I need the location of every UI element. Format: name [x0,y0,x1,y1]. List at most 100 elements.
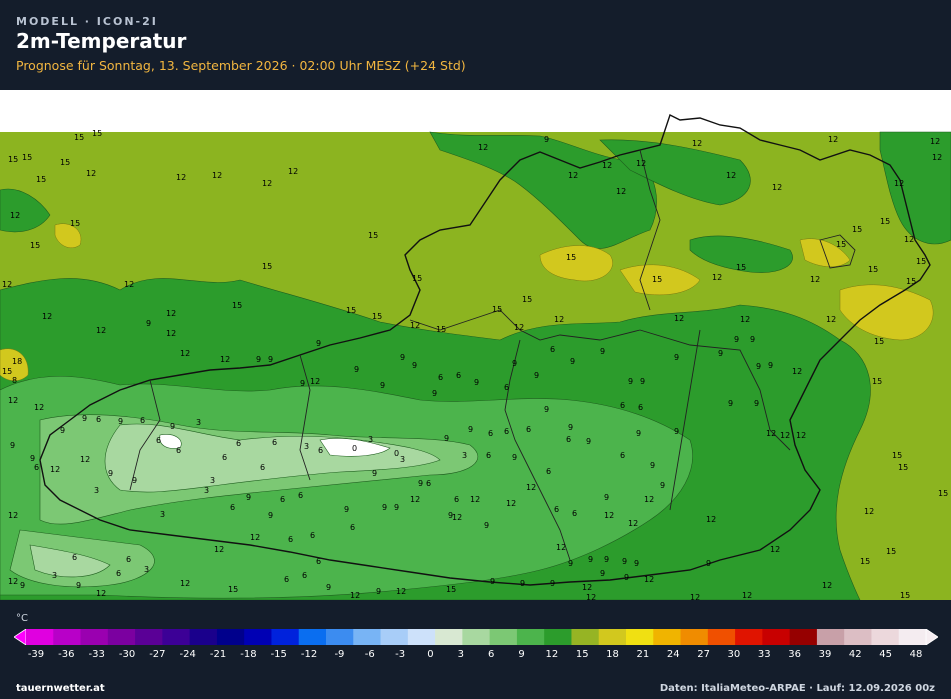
svg-text:9: 9 [568,423,573,432]
svg-text:9: 9 [394,503,399,512]
svg-text:6: 6 [72,553,77,562]
svg-text:9: 9 [490,577,495,586]
map-canvas: 15 15 15 15 15 15 12 12 15 15 12 12 12 12 15 15 15 15 1… [0,90,951,600]
legend-tick-label: 33 [757,649,771,660]
svg-text:6: 6 [572,509,577,518]
legend-tick-label: 42 [848,649,862,660]
svg-text:9: 9 [600,347,605,356]
svg-text:3: 3 [52,571,57,580]
page-title: 2m-Temperatur [16,29,187,53]
svg-text:12: 12 [396,587,406,596]
svg-text:6: 6 [318,446,323,455]
svg-text:12: 12 [10,211,20,220]
svg-text:9: 9 [734,335,739,344]
svg-text:12: 12 [602,161,612,170]
svg-text:6: 6 [566,435,571,444]
svg-text:12: 12 [8,577,18,586]
legend-tick-label: 18 [606,649,619,660]
legend-tick-label: -33 [88,649,105,660]
legend-tick-label: 15 [575,649,589,660]
svg-text:9: 9 [622,557,627,566]
legend-swatch [626,629,654,645]
svg-text:9: 9 [468,425,473,434]
svg-text:6: 6 [116,569,121,578]
svg-text:9: 9 [604,493,609,502]
svg-text:8: 8 [12,376,17,385]
legend-swatch [326,629,354,645]
svg-text:12: 12 [310,377,320,386]
svg-text:6: 6 [620,401,625,410]
legend-tick-label: -27 [149,649,166,660]
legend-swatch [298,629,327,645]
svg-text:6: 6 [620,451,625,460]
svg-text:9: 9 [382,503,387,512]
svg-text:9: 9 [372,469,377,478]
svg-text:12: 12 [478,143,488,152]
svg-text:3: 3 [304,442,309,451]
svg-text:15: 15 [522,295,532,304]
svg-text:12: 12 [706,515,716,524]
svg-text:9: 9 [20,581,25,590]
svg-text:15: 15 [892,451,902,460]
svg-text:9: 9 [30,454,35,463]
svg-text:9: 9 [728,399,733,408]
svg-text:15: 15 [74,133,84,142]
svg-text:6: 6 [486,451,491,460]
svg-text:9: 9 [256,355,261,364]
svg-text:12: 12 [674,314,684,323]
legend-tick-label: -39 [27,649,45,660]
svg-text:9: 9 [674,427,679,436]
legend-tick-label: 9 [518,649,525,660]
svg-text:6: 6 [526,425,531,434]
svg-text:12: 12 [636,159,646,168]
svg-text:15: 15 [736,263,746,272]
svg-text:6: 6 [638,403,643,412]
svg-text:15: 15 [372,312,382,321]
svg-text:12: 12 [166,309,176,318]
svg-text:12: 12 [644,575,654,584]
svg-text:9: 9 [570,357,575,366]
svg-text:15: 15 [412,274,422,283]
svg-text:9: 9 [82,414,87,423]
legend-tick-label: 21 [636,649,650,660]
svg-text:9: 9 [512,453,517,462]
svg-text:12: 12 [740,315,750,324]
svg-text:6: 6 [546,467,551,476]
svg-text:12: 12 [514,323,524,332]
svg-text:12: 12 [470,495,480,504]
legend-tick-label: 27 [697,649,710,660]
svg-text:6: 6 [222,453,227,462]
legend-swatch [380,629,409,645]
svg-text:12: 12 [780,431,790,440]
svg-text:15: 15 [232,301,242,310]
svg-text:9: 9 [750,335,755,344]
svg-text:9: 9 [634,559,639,568]
legend-tick-label: -21 [209,649,227,660]
svg-text:12: 12 [894,179,904,188]
svg-text:15: 15 [368,231,378,240]
legend-swatch [680,629,709,645]
svg-text:12: 12 [86,169,96,178]
svg-text:15: 15 [872,377,882,386]
svg-text:3: 3 [204,486,209,495]
legend-swatch [762,629,791,645]
svg-text:12: 12 [644,495,654,504]
svg-text:9: 9 [60,426,65,435]
legend-tick-label: -18 [240,649,257,660]
svg-text:15: 15 [30,241,40,250]
svg-text:12: 12 [8,396,18,405]
legend-tick-label: 48 [909,649,923,660]
svg-text:15: 15 [898,463,908,472]
svg-text:9: 9 [326,583,331,592]
legend-swatch [516,629,545,645]
svg-text:9: 9 [604,555,609,564]
svg-text:12: 12 [766,429,776,438]
svg-text:6: 6 [260,463,265,472]
svg-text:12: 12 [822,581,832,590]
svg-text:12: 12 [250,533,260,542]
svg-text:9: 9 [418,479,423,488]
svg-text:15: 15 [8,155,18,164]
svg-text:6: 6 [454,495,459,504]
legend-swatch [462,629,491,645]
svg-text:6: 6 [554,505,559,514]
